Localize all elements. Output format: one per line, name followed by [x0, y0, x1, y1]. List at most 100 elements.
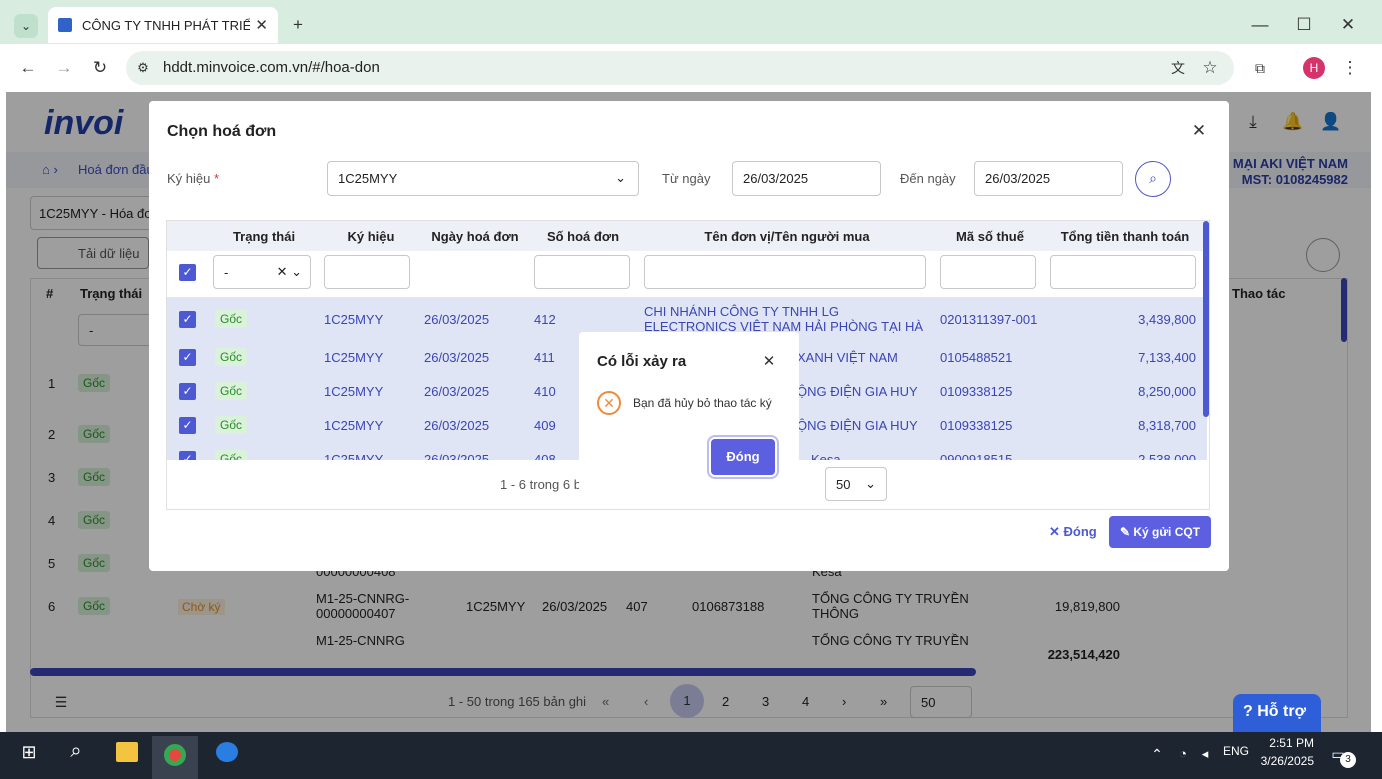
- row-checkbox[interactable]: ✓: [179, 417, 196, 434]
- chevron-down-icon: ⌄: [615, 170, 626, 185]
- invoice-total: 8,318,700: [1138, 418, 1196, 433]
- profile-avatar[interactable]: H: [1303, 57, 1325, 79]
- invoice-number: 410: [534, 384, 556, 399]
- series-select[interactable]: 1C25MYY ⌄: [327, 161, 639, 196]
- network-icon[interactable]: ◔: [1174, 744, 1192, 764]
- status-badge: Gốc: [215, 382, 248, 400]
- col-tax[interactable]: Mã số thuế: [935, 229, 1045, 244]
- help-icon: ?: [1243, 703, 1253, 720]
- support-label: Hỗ trợ: [1257, 703, 1306, 720]
- invoice-total: 7,133,400: [1138, 350, 1196, 365]
- buyer-name: ỘNG ĐIỆN GIA HUY: [797, 418, 918, 433]
- invoice-series: 1C25MYY: [324, 312, 384, 327]
- volume-icon[interactable]: ◂: [1196, 744, 1214, 764]
- status-badge: Gốc: [215, 450, 248, 460]
- maximize-icon[interactable]: ☐: [1294, 15, 1314, 35]
- app-taskbar-icon[interactable]: [216, 742, 238, 762]
- extensions-icon[interactable]: ⧉: [1250, 58, 1270, 78]
- support-button[interactable]: ? Hỗ trợ: [1233, 694, 1321, 732]
- col-status[interactable]: Trạng thái: [207, 229, 321, 244]
- site-settings-icon[interactable]: ⚙: [134, 58, 152, 78]
- invoice-date: 26/03/2025: [424, 312, 490, 327]
- dialog-close-icon[interactable]: ✕: [761, 352, 777, 372]
- invoice-number: 412: [534, 312, 556, 327]
- modal-close-button[interactable]: ✕ Đóng: [1049, 524, 1097, 540]
- language-indicator[interactable]: ENG: [1223, 744, 1249, 758]
- error-icon: ✕: [597, 391, 621, 415]
- row-checkbox[interactable]: ✓: [179, 349, 196, 366]
- chrome-taskbar-item[interactable]: [152, 736, 198, 779]
- invoice-total: 8,250,000: [1138, 384, 1196, 399]
- col-date[interactable]: Ngày hoá đơn: [421, 229, 529, 244]
- row-checkbox[interactable]: ✓: [179, 451, 196, 460]
- dialog-ok-button[interactable]: Đóng: [711, 439, 775, 475]
- address-bar[interactable]: hddt.minvoice.com.vn/#/hoa-don: [126, 51, 1234, 85]
- series-filter-input[interactable]: [324, 255, 410, 289]
- close-window-icon[interactable]: ✕: [1338, 15, 1358, 35]
- invoice-date: 26/03/2025: [424, 452, 490, 460]
- bookmark-star-icon[interactable]: ☆: [1200, 58, 1220, 78]
- tax-code: 0105488521: [940, 350, 1013, 365]
- invoice-number: 411: [534, 350, 555, 365]
- back-icon[interactable]: ←: [18, 58, 38, 78]
- col-number[interactable]: Số hoá đơn: [529, 229, 637, 244]
- modal-close-icon[interactable]: ✕: [1189, 121, 1209, 141]
- invoice-total: 2,538,000: [1138, 452, 1196, 460]
- tax-code: 0900918515: [940, 452, 1013, 460]
- search-icon[interactable]: ⌕: [1135, 161, 1171, 197]
- modal-page-size-select[interactable]: 50 ⌄: [825, 467, 887, 501]
- col-total[interactable]: Tổng tiền thanh toán: [1045, 229, 1205, 244]
- buyer-name: XANH VIỆT NAM: [797, 350, 898, 365]
- search-taskbar-icon[interactable]: ⌕: [64, 741, 88, 761]
- col-series[interactable]: Ký hiệu: [321, 229, 421, 244]
- status-badge: Gốc: [215, 348, 248, 366]
- buyer-name: ỘNG ĐIỆN GIA HUY: [797, 384, 918, 399]
- modal-pager-info: 1 - 6 trong 6 b: [500, 477, 581, 492]
- tray-chevron-icon[interactable]: ⌃: [1148, 744, 1166, 764]
- modal-title: Chọn hoá đơn: [167, 123, 277, 140]
- clear-chevron-icon: ✕ ⌄: [276, 264, 302, 279]
- col-buyer[interactable]: Tên đơn vị/Tên người mua: [639, 229, 935, 244]
- reload-icon[interactable]: ↻: [90, 58, 110, 78]
- dialog-message: Bạn đã hủy bỏ thao tác ký: [633, 396, 772, 410]
- new-tab-icon[interactable]: +: [288, 15, 308, 35]
- modal-scrollbar[interactable]: [1203, 221, 1209, 417]
- windows-start-icon[interactable]: ⊞: [18, 742, 40, 762]
- clock-date[interactable]: 3/26/2025: [1252, 754, 1314, 768]
- tab-search-icon[interactable]: ⌄: [14, 14, 38, 38]
- status-badge: Gốc: [215, 310, 248, 328]
- series-label: Ký hiệu *: [167, 171, 220, 186]
- tab-close-icon[interactable]: ✕: [255, 16, 268, 34]
- invoice-number: 408: [534, 452, 556, 460]
- forward-icon[interactable]: →: [54, 58, 74, 78]
- to-date-input[interactable]: 26/03/2025: [974, 161, 1123, 196]
- row-checkbox[interactable]: ✓: [179, 383, 196, 400]
- dialog-title: Có lỗi xảy ra: [597, 353, 687, 370]
- select-all-checkbox[interactable]: ✓: [179, 264, 196, 281]
- tax-filter-input[interactable]: [940, 255, 1036, 289]
- sign-send-button[interactable]: ✎ Ký gửi CQT: [1109, 516, 1211, 548]
- tab-title: CÔNG TY TNHH PHÁT TRIỂN TH: [82, 17, 250, 33]
- clock-time[interactable]: 2:51 PM: [1262, 736, 1314, 750]
- file-explorer-icon[interactable]: [116, 742, 138, 762]
- total-filter-input[interactable]: [1050, 255, 1196, 289]
- chrome-icon: [164, 744, 186, 766]
- invoice-series: 1C25MYY: [324, 350, 384, 365]
- from-date-input[interactable]: 26/03/2025: [732, 161, 881, 196]
- number-filter-input[interactable]: [534, 255, 630, 289]
- invoice-series: 1C25MYY: [324, 418, 384, 433]
- invoice-date: 26/03/2025: [424, 418, 490, 433]
- invoice-number: 409: [534, 418, 556, 433]
- row-checkbox[interactable]: ✓: [179, 311, 196, 328]
- invoice-date: 26/03/2025: [424, 384, 490, 399]
- browser-tab[interactable]: CÔNG TY TNHH PHÁT TRIỂN TH ✕: [48, 7, 278, 43]
- status-filter-select[interactable]: - ✕ ⌄: [213, 255, 311, 289]
- to-date-label: Đến ngày: [900, 171, 956, 186]
- site-favicon-icon: [58, 18, 72, 32]
- buyer-filter-input[interactable]: [644, 255, 926, 289]
- minimize-icon[interactable]: —: [1250, 15, 1270, 35]
- error-dialog: Có lỗi xảy ra ✕ ✕ Bạn đã hủy bỏ thao tác…: [579, 332, 799, 493]
- tax-code: 0109338125: [940, 384, 1013, 399]
- translate-icon[interactable]: 文: [1168, 58, 1188, 78]
- menu-kebab-icon[interactable]: ⋮: [1340, 58, 1360, 78]
